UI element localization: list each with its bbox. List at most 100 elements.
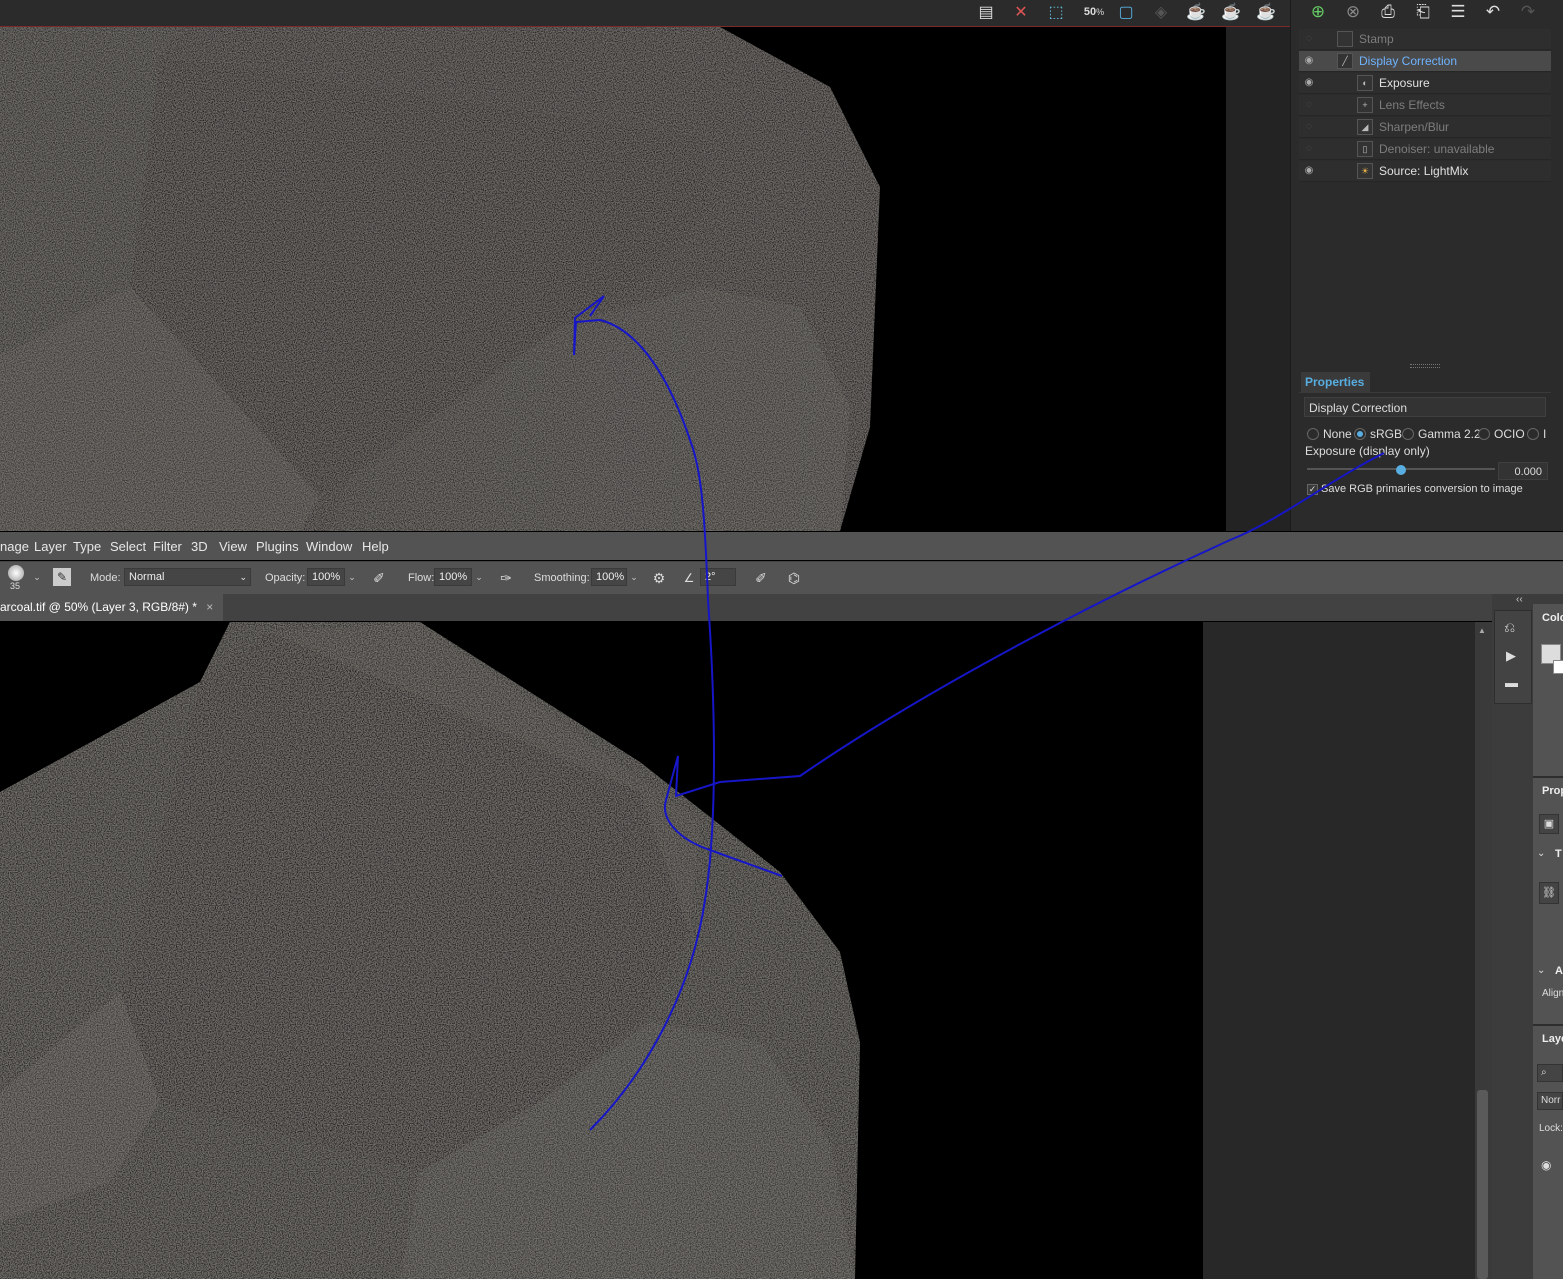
- lens-analysis-icon[interactable]: ▤: [974, 1, 998, 23]
- blend-mode-select[interactable]: Norr: [1537, 1092, 1563, 1110]
- panel-splitter[interactable]: [1299, 362, 1551, 368]
- radio-label-gamma: Gamma 2.2: [1418, 427, 1481, 441]
- chevron-down-icon[interactable]: ⌄: [627, 568, 641, 586]
- background-color-swatch[interactable]: [1553, 660, 1563, 674]
- save-rgb-label: Save RGB primaries conversion to image: [1321, 483, 1523, 495]
- link-icon[interactable]: ⛓: [1539, 882, 1559, 904]
- eye-icon[interactable]: ◉: [1303, 55, 1315, 67]
- visibility-off-icon[interactable]: ◌: [1303, 143, 1315, 155]
- flow-field[interactable]: 100%: [434, 568, 472, 586]
- menu-type[interactable]: Type: [73, 539, 101, 554]
- layer-row-exposure[interactable]: ◉ ◐ Exposure: [1299, 73, 1551, 94]
- undo-icon[interactable]: ↶: [1480, 1, 1506, 23]
- scroll-up-icon[interactable]: ▲: [1478, 626, 1486, 635]
- menu-select[interactable]: Select: [110, 539, 146, 554]
- chevron-down-icon[interactable]: ⌄: [30, 568, 44, 586]
- add-layer-icon[interactable]: ⊕: [1305, 1, 1331, 23]
- vertical-scrollbar[interactable]: ▲: [1475, 622, 1492, 1279]
- pressure-size-icon[interactable]: ✐: [752, 569, 770, 587]
- layers-panel-title[interactable]: Laye: [1542, 1033, 1563, 1045]
- transform-section-title[interactable]: T: [1555, 848, 1562, 860]
- clear-image-icon[interactable]: ✕: [1009, 1, 1033, 23]
- exposure-value-field[interactable]: 0.000: [1498, 462, 1548, 480]
- eye-icon[interactable]: ◉: [1303, 77, 1315, 89]
- lightmix-icon: ☀: [1357, 163, 1373, 179]
- smoothing-label: Smoothing:: [534, 572, 590, 584]
- color-panel-title[interactable]: Colo: [1542, 612, 1563, 624]
- history-icon[interactable]: ⎌: [1504, 619, 1515, 636]
- layer-row-denoiser[interactable]: ◌ ▯ Denoiser: unavailable: [1299, 139, 1551, 160]
- radio-none[interactable]: [1307, 428, 1319, 440]
- opacity-field[interactable]: 100%: [307, 568, 345, 586]
- layer-row-sharpen-blur[interactable]: ◌ ◢ Sharpen/Blur: [1299, 117, 1551, 138]
- menu-plugins[interactable]: Plugins: [256, 539, 299, 554]
- render-teapot-icon[interactable]: ☕: [1184, 1, 1208, 23]
- vfb-render-view[interactable]: [0, 27, 1226, 531]
- properties-panel-title[interactable]: Prop: [1542, 785, 1563, 797]
- layer-row-display-correction[interactable]: ◉ ╱ Display Correction: [1299, 51, 1551, 72]
- chevron-down-icon[interactable]: ⌄: [345, 568, 359, 586]
- chevron-down-icon[interactable]: ⌄: [472, 568, 486, 586]
- radio-icc[interactable]: [1527, 428, 1539, 440]
- radio-ocio[interactable]: [1478, 428, 1490, 440]
- scrollbar-thumb[interactable]: [1477, 1090, 1488, 1279]
- radio-gamma[interactable]: [1402, 428, 1414, 440]
- properties-tab[interactable]: Properties: [1301, 372, 1370, 392]
- menu-filter[interactable]: Filter: [153, 539, 182, 554]
- smoothing-field[interactable]: 100%: [591, 568, 627, 586]
- opacity-label: Opacity:: [265, 572, 306, 584]
- document-tab[interactable]: arcoal.tif @ 50% (Layer 3, RGB/8#) * ×: [0, 594, 224, 621]
- sharpen-icon: ◢: [1357, 119, 1373, 135]
- close-icon[interactable]: ×: [206, 600, 213, 614]
- chevron-down-icon[interactable]: ⌄: [1537, 848, 1545, 859]
- menu-help[interactable]: Help: [362, 539, 389, 554]
- layer-list-icon[interactable]: ☰: [1445, 1, 1471, 23]
- layer-tree: ◌ Stamp ◉ ╱ Display Correction ◉ ◐ Expos…: [1299, 29, 1551, 183]
- zoom-icon[interactable]: 50%: [1079, 1, 1109, 23]
- delete-layer-icon[interactable]: ⊗: [1340, 1, 1366, 23]
- angle-field[interactable]: 2°: [700, 568, 736, 586]
- chevron-down-icon[interactable]: ⌄: [1537, 965, 1545, 976]
- menu-layer[interactable]: Layer: [34, 539, 67, 554]
- ps-canvas[interactable]: [0, 622, 1203, 1279]
- collapse-panels-icon[interactable]: ‹‹: [1516, 594, 1523, 605]
- mode-select[interactable]: Normal ⌄: [124, 568, 251, 586]
- region-render-icon[interactable]: ⬚: [1044, 1, 1068, 23]
- layers-filter-field[interactable]: ⌕: [1537, 1064, 1563, 1082]
- visibility-off-icon[interactable]: ◌: [1303, 33, 1315, 45]
- gear-icon[interactable]: ⚙: [650, 569, 668, 587]
- actions-play-icon[interactable]: ▶: [1506, 648, 1516, 664]
- visibility-off-icon[interactable]: ◌: [1303, 121, 1315, 133]
- track-mouse-icon[interactable]: ◈: [1149, 1, 1173, 23]
- stop-teapot-icon[interactable]: ☕: [1254, 1, 1278, 23]
- save-layer-icon[interactable]: ⎙: [1375, 1, 1401, 23]
- layer-row-stamp[interactable]: ◌ Stamp: [1299, 29, 1551, 50]
- menu-window[interactable]: Window: [306, 539, 352, 554]
- brush-settings-icon[interactable]: ✎: [53, 568, 71, 586]
- layer-row-lens-effects[interactable]: ◌ + Lens Effects: [1299, 95, 1551, 116]
- visibility-off-icon[interactable]: ◌: [1303, 99, 1315, 111]
- eye-icon[interactable]: ◉: [1303, 165, 1315, 177]
- radio-label-none: None: [1323, 427, 1352, 441]
- pressure-opacity-icon[interactable]: ✐: [370, 569, 388, 587]
- eye-icon[interactable]: ◉: [1541, 1158, 1551, 1172]
- layer-row-lightmix[interactable]: ◉ ☀ Source: LightMix: [1299, 161, 1551, 182]
- symmetry-icon[interactable]: ⌬: [785, 569, 803, 587]
- layer-name: Display Correction: [1359, 54, 1458, 68]
- align-section-title[interactable]: A: [1555, 965, 1563, 977]
- load-layer-icon[interactable]: ⎗: [1410, 1, 1436, 23]
- airbrush-icon[interactable]: ✑: [497, 569, 515, 587]
- layer-name: Source: LightMix: [1379, 164, 1469, 178]
- menu-view[interactable]: View: [219, 539, 247, 554]
- menu-image[interactable]: nage: [0, 539, 29, 554]
- menu-3d[interactable]: 3D: [191, 539, 208, 554]
- layer-name-field[interactable]: Display Correction: [1304, 397, 1546, 417]
- exposure-slider-handle[interactable]: [1396, 465, 1406, 475]
- radio-srgb[interactable]: [1354, 428, 1366, 440]
- redo-icon[interactable]: ↷: [1515, 1, 1541, 23]
- frame-icon[interactable]: ▢: [1114, 1, 1138, 23]
- comments-icon[interactable]: ▬: [1505, 675, 1518, 690]
- brush-preview-icon[interactable]: [8, 565, 24, 581]
- interactive-teapot-icon[interactable]: ☕: [1219, 1, 1243, 23]
- save-rgb-checkbox[interactable]: ✓: [1307, 484, 1318, 495]
